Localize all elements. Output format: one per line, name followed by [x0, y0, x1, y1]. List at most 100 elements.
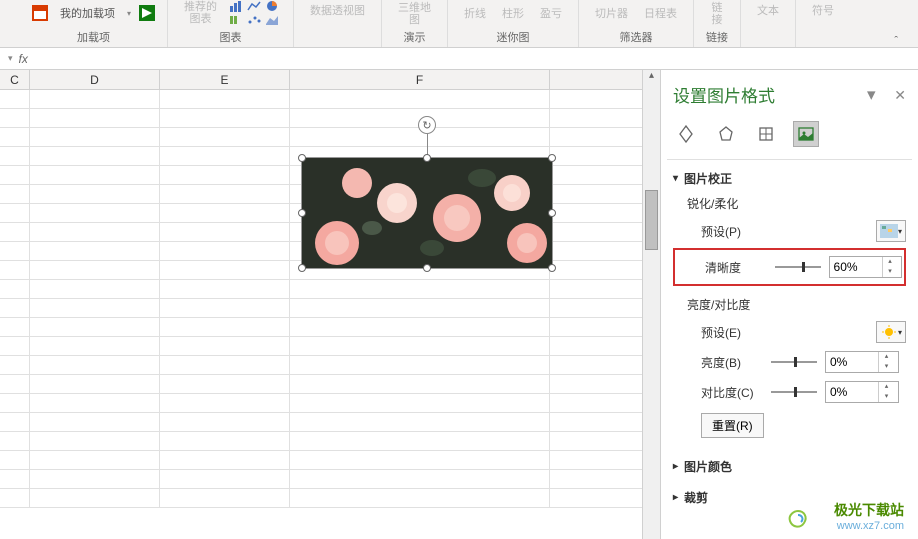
- slicer-button[interactable]: 切片器: [591, 3, 632, 23]
- ribbon: 我的加载项 ▾ 加载项 推荐的 图表 图表 数据透视图 三维地 图 演示 折: [0, 0, 918, 48]
- filters-group-label: 筛选器: [620, 29, 653, 47]
- bing-maps-icon[interactable]: [139, 5, 155, 21]
- spin-up-icon[interactable]: ▴: [879, 352, 894, 362]
- contrast-value[interactable]: [826, 385, 878, 399]
- sharpness-label: 清晰度: [705, 259, 767, 276]
- fx-label[interactable]: fx: [19, 52, 28, 66]
- resize-handle[interactable]: [298, 264, 306, 272]
- chart-icon[interactable]: [247, 14, 261, 26]
- section-label: 裁剪: [684, 489, 708, 506]
- watermark: 极光下载站 www.xz7.com: [834, 501, 904, 533]
- formula-dropdown-icon[interactable]: ▾: [8, 53, 13, 64]
- sharpness-value[interactable]: [830, 260, 882, 274]
- col-header-e[interactable]: E: [160, 70, 290, 89]
- 3d-map-button[interactable]: 三维地 图: [394, 0, 435, 28]
- ribbon-group-pivot: 数据透视图: [294, 0, 382, 47]
- sharpness-highlight: 清晰度 ▴▾: [673, 248, 906, 286]
- watermark-url: www.xz7.com: [834, 519, 904, 533]
- my-addins-button[interactable]: 我的加载项: [56, 3, 119, 23]
- spin-down-icon[interactable]: ▾: [879, 392, 894, 402]
- tours-group-label: 演示: [404, 29, 426, 47]
- rotation-handle-icon[interactable]: ↻: [418, 116, 436, 134]
- collapse-ribbon-icon[interactable]: ˆ: [894, 35, 898, 47]
- watermark-title: 极光下载站: [834, 501, 904, 519]
- ribbon-group-3dmap: 三维地 图 演示: [382, 0, 448, 47]
- tab-size-icon[interactable]: [753, 121, 779, 147]
- sparkline-winloss-button[interactable]: 盈亏: [536, 3, 566, 23]
- scrollbar-thumb[interactable]: [645, 190, 658, 250]
- contrast-slider[interactable]: [771, 385, 817, 399]
- format-picture-panel: 设置图片格式 ▾ ✕ ▾ 图片校正 锐化/柔化 预设(P) ▾: [660, 70, 918, 539]
- charts-group-label: 图表: [220, 29, 242, 47]
- watermark-logo-icon: [784, 507, 812, 531]
- timeline-button[interactable]: 日程表: [640, 3, 681, 23]
- chevron-down-icon: ▾: [673, 173, 678, 184]
- brightness-slider[interactable]: [771, 355, 817, 369]
- sharpness-input[interactable]: ▴▾: [829, 256, 902, 278]
- sparkline-column-button[interactable]: 柱形: [498, 3, 528, 23]
- col-header-d[interactable]: D: [30, 70, 160, 89]
- text-button[interactable]: 文本: [753, 0, 783, 20]
- close-icon[interactable]: ✕: [894, 87, 906, 103]
- selection-border: [301, 157, 553, 269]
- link-button[interactable]: 链 接: [708, 0, 727, 28]
- preset-brightness-button[interactable]: ▾: [876, 321, 906, 343]
- spin-up-icon[interactable]: ▴: [879, 382, 894, 392]
- office-store-icon: [32, 5, 48, 21]
- chart-icon[interactable]: [247, 0, 261, 12]
- vertical-scrollbar[interactable]: ▴: [642, 70, 660, 539]
- col-header-f[interactable]: F: [290, 70, 550, 89]
- formula-bar: ▾ fx: [0, 48, 918, 70]
- chevron-down-icon: ▾: [127, 9, 131, 18]
- section-color[interactable]: ▸ 图片颜色: [673, 458, 906, 475]
- resize-handle[interactable]: [423, 154, 431, 162]
- sharpness-slider[interactable]: [775, 260, 821, 274]
- addins-group-label: 加载项: [77, 29, 110, 47]
- panel-tabs: [667, 117, 912, 160]
- brightness-value[interactable]: [826, 355, 878, 369]
- chart-icon[interactable]: [229, 0, 243, 12]
- section-corrections[interactable]: ▾ 图片校正: [673, 170, 906, 187]
- sparkline-line-button[interactable]: 折线: [460, 3, 490, 23]
- ribbon-group-filters: 切片器 日程表 筛选器: [579, 0, 694, 47]
- ribbon-group-links: 链 接 链接: [694, 0, 741, 47]
- chart-icon[interactable]: [265, 14, 279, 26]
- resize-handle[interactable]: [298, 154, 306, 162]
- resize-handle[interactable]: [548, 209, 556, 217]
- recommended-charts-button[interactable]: 推荐的 图表: [180, 0, 221, 27]
- rotation-line: [427, 134, 428, 156]
- spin-down-icon[interactable]: ▾: [879, 362, 894, 372]
- spin-down-icon[interactable]: ▾: [883, 267, 898, 277]
- ribbon-group-sparklines: 折线 柱形 盈亏 迷你图: [448, 0, 579, 47]
- col-header-c[interactable]: C: [0, 70, 30, 89]
- symbols-button[interactable]: 符号: [808, 0, 838, 20]
- reset-button[interactable]: 重置(R): [701, 413, 764, 438]
- brightness-input[interactable]: ▴▾: [825, 351, 899, 373]
- resize-handle[interactable]: [548, 154, 556, 162]
- pivot-chart-button[interactable]: 数据透视图: [306, 0, 369, 20]
- panel-options-icon[interactable]: ▾: [867, 85, 876, 104]
- scroll-up-icon[interactable]: ▴: [643, 70, 660, 88]
- preset-p-label: 预设(P): [701, 223, 763, 240]
- sparklines-group-label: 迷你图: [497, 29, 530, 47]
- ribbon-group-addins: 我的加载项 ▾ 加载项: [20, 0, 168, 47]
- worksheet-area[interactable]: C D E F: [0, 70, 642, 539]
- preset-sharpen-button[interactable]: ▾: [876, 220, 906, 242]
- preset-e-label: 预设(E): [701, 324, 763, 341]
- spin-up-icon[interactable]: ▴: [883, 257, 898, 267]
- tab-picture-icon[interactable]: [793, 121, 819, 147]
- tab-effects-icon[interactable]: [713, 121, 739, 147]
- panel-title: 设置图片格式: [673, 82, 775, 107]
- resize-handle[interactable]: [298, 209, 306, 217]
- contrast-label: 对比度(C): [701, 384, 763, 401]
- tab-fill-icon[interactable]: [673, 121, 699, 147]
- brightness-label: 亮度(B): [701, 354, 763, 371]
- ribbon-group-charts: 推荐的 图表 图表: [168, 0, 294, 47]
- resize-handle[interactable]: [548, 264, 556, 272]
- contrast-input[interactable]: ▴▾: [825, 381, 899, 403]
- chevron-right-icon: ▸: [673, 492, 678, 503]
- chart-icon[interactable]: [229, 14, 243, 26]
- selected-picture[interactable]: ↻: [302, 158, 552, 268]
- chart-icon[interactable]: [265, 0, 279, 12]
- resize-handle[interactable]: [423, 264, 431, 272]
